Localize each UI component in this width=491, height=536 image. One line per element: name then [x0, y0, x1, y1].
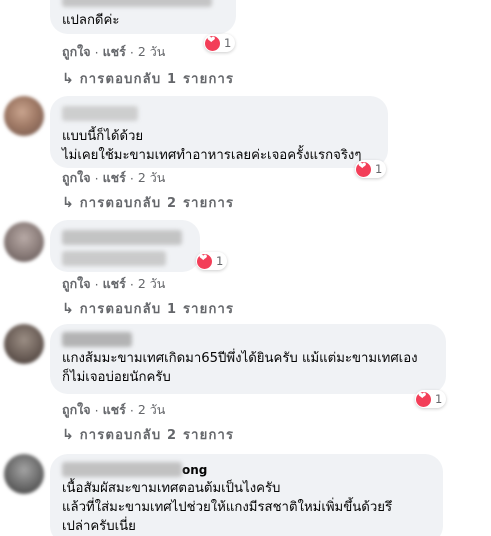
view-replies-link[interactable]: ↳ การตอบกลับ 2 รายการ: [62, 192, 234, 213]
comment-text: แบบนี้ก็ได้ด้วย ไม่เคยใช้มะขามเทศทำอาหาร…: [62, 129, 362, 163]
share-button[interactable]: แชร์: [103, 400, 126, 420]
like-button[interactable]: ถูกใจ: [62, 42, 91, 62]
reaction-count: 1: [375, 162, 383, 176]
author-row: ong: [62, 462, 431, 477]
love-reaction-icon: [205, 35, 220, 51]
share-button[interactable]: แชร์: [103, 274, 126, 294]
comment-actions: ถูกใจ · แชร์ · 2 วัน: [62, 42, 165, 62]
separator: ·: [94, 44, 99, 60]
avatar[interactable]: [4, 454, 44, 494]
comment-actions: ถูกใจ · แชร์ · 2 วัน: [62, 400, 165, 420]
replies-label: การตอบกลับ 2 รายการ: [79, 196, 235, 211]
comment-text: แกงส้มมะขามเทศเกิดมา65ปีพึ่งได้ยินครับ แ…: [62, 351, 418, 385]
share-button[interactable]: แชร์: [103, 42, 126, 62]
like-button[interactable]: ถูกใจ: [62, 274, 91, 294]
comment-bubble: ong เนื้อสัมผัสมะขามเทศตอนต้มเป็นไงครับ …: [50, 454, 443, 536]
view-replies-link[interactable]: ↳ การตอบกลับ 1 รายการ: [62, 68, 234, 89]
like-button[interactable]: ถูกใจ: [62, 400, 91, 420]
author-name-blurred[interactable]: [62, 106, 138, 121]
timestamp[interactable]: 2 วัน: [138, 168, 166, 188]
comment-actions: ถูกใจ · แชร์ · 2 วัน: [62, 168, 165, 188]
reply-arrow-icon: ↳: [62, 300, 74, 317]
love-reaction-icon: [416, 391, 431, 407]
like-button[interactable]: ถูกใจ: [62, 168, 91, 188]
comment-bubble: [50, 220, 200, 272]
comment-text-blurred: [62, 251, 166, 266]
replies-label: การตอบกลับ 1 รายการ: [79, 72, 235, 87]
view-replies-link[interactable]: ↳ การตอบกลับ 1 รายการ: [62, 298, 234, 319]
separator: ·: [94, 402, 99, 418]
reaction-badge[interactable]: 1: [196, 252, 228, 270]
author-name-suffix[interactable]: ong: [182, 463, 207, 477]
author-name-blurred[interactable]: [62, 332, 132, 347]
love-reaction-icon: [197, 253, 212, 269]
reaction-badge[interactable]: 1: [355, 160, 387, 178]
comment-bubble: แบบนี้ก็ได้ด้วย ไม่เคยใช้มะขามเทศทำอาหาร…: [50, 96, 388, 168]
comment-text: แปลกดีค่ะ: [62, 13, 120, 28]
replies-label: การตอบกลับ 2 รายการ: [79, 428, 235, 443]
comment-bubble: แกงส้มมะขามเทศเกิดมา65ปีพึ่งได้ยินครับ แ…: [50, 324, 446, 394]
comment-text: เนื้อสัมผัสมะขามเทศตอนต้มเป็นไงครับ แล้ว…: [62, 481, 393, 534]
avatar[interactable]: [4, 96, 44, 136]
separator: ·: [94, 170, 99, 186]
share-button[interactable]: แชร์: [103, 168, 126, 188]
love-reaction-icon: [356, 161, 371, 177]
reply-arrow-icon: ↳: [62, 70, 74, 87]
reaction-badge[interactable]: 1: [415, 390, 447, 408]
reaction-badge[interactable]: 1: [204, 34, 236, 52]
comment-bubble: แปลกดีค่ะ: [50, 0, 236, 34]
reaction-count: 1: [216, 254, 224, 268]
comment-actions: ถูกใจ · แชร์ · 2 วัน: [62, 274, 165, 294]
separator: ·: [129, 402, 134, 418]
view-replies-link[interactable]: ↳ การตอบกลับ 2 รายการ: [62, 424, 234, 445]
reaction-count: 1: [224, 36, 232, 50]
separator: ·: [129, 276, 134, 292]
separator: ·: [129, 170, 134, 186]
timestamp[interactable]: 2 วัน: [138, 274, 166, 294]
author-name-blurred[interactable]: [62, 0, 212, 7]
author-name-blurred[interactable]: [62, 230, 182, 245]
author-name-blurred[interactable]: [62, 462, 182, 477]
timestamp[interactable]: 2 วัน: [138, 42, 166, 62]
avatar[interactable]: [4, 222, 44, 262]
avatar[interactable]: [4, 324, 44, 364]
separator: ·: [94, 276, 99, 292]
reply-arrow-icon: ↳: [62, 194, 74, 211]
reply-arrow-icon: ↳: [62, 426, 74, 443]
separator: ·: [129, 44, 134, 60]
timestamp[interactable]: 2 วัน: [138, 400, 166, 420]
reaction-count: 1: [435, 392, 443, 406]
replies-label: การตอบกลับ 1 รายการ: [79, 302, 235, 317]
